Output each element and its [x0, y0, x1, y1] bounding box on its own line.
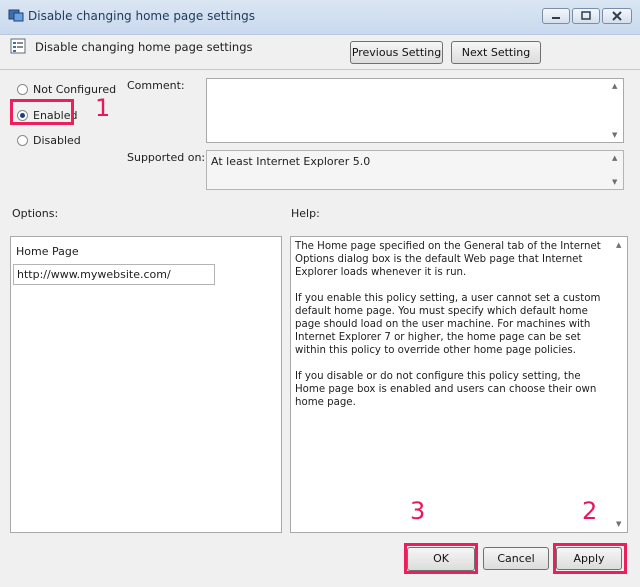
help-label: Help: — [291, 207, 320, 220]
minimize-icon — [552, 17, 560, 19]
cancel-button[interactable]: Cancel — [483, 547, 549, 570]
radio-disabled[interactable]: Disabled — [17, 134, 81, 147]
header-divider — [0, 69, 640, 70]
annotation-highlight-apply — [553, 543, 627, 574]
scroll-up-icon[interactable]: ▲ — [612, 154, 617, 162]
minimize-button[interactable] — [542, 8, 570, 24]
policy-setting-icon — [10, 38, 26, 54]
home-page-input[interactable]: http://www.mywebsite.com/ — [13, 264, 215, 285]
radio-label: Disabled — [33, 134, 81, 147]
scroll-up-icon[interactable]: ▲ — [616, 241, 621, 249]
policy-title: Disable changing home page settings — [35, 40, 253, 54]
close-button[interactable] — [602, 8, 632, 24]
supported-on-label: Supported on: — [127, 151, 206, 164]
help-paragraph: If you enable this policy setting, a use… — [295, 293, 601, 356]
maximize-icon — [581, 11, 591, 20]
radio-button[interactable] — [17, 84, 28, 95]
window-title: Disable changing home page settings — [28, 9, 255, 23]
options-label: Options: — [12, 207, 59, 220]
supported-scrollbar[interactable]: ▲ ▼ — [609, 151, 623, 189]
next-setting-button[interactable]: Next Setting — [451, 41, 541, 64]
annotation-highlight-enabled — [10, 99, 74, 125]
comment-textarea[interactable]: ▲ ▼ — [206, 78, 624, 143]
home-page-label: Home Page — [16, 245, 79, 258]
annotation-step-2: 2 — [582, 497, 598, 525]
radio-button[interactable] — [17, 135, 28, 146]
help-paragraph: The Home page specified on the General t… — [295, 241, 601, 278]
help-text: The Home page specified on the General t… — [295, 240, 613, 422]
annotation-step-3: 3 — [410, 497, 426, 525]
annotation-highlight-ok — [404, 543, 478, 574]
close-icon — [612, 11, 622, 21]
help-paragraph: If you disable or do not configure this … — [295, 371, 597, 408]
scroll-down-icon[interactable]: ▼ — [612, 178, 617, 186]
help-scrollbar[interactable]: ▲ ▼ — [613, 237, 627, 532]
scroll-down-icon[interactable]: ▼ — [616, 520, 621, 528]
previous-setting-button[interactable]: Previous Setting — [350, 41, 443, 64]
maximize-button[interactable] — [572, 8, 600, 24]
comment-label: Comment: — [127, 79, 185, 92]
comment-scrollbar[interactable]: ▲ ▼ — [609, 79, 623, 142]
scroll-up-icon[interactable]: ▲ — [612, 82, 617, 90]
annotation-step-1: 1 — [95, 94, 111, 122]
supported-on-value: At least Internet Explorer 5.0 — [211, 155, 371, 168]
group-policy-icon — [8, 9, 24, 22]
scroll-down-icon[interactable]: ▼ — [612, 131, 617, 139]
